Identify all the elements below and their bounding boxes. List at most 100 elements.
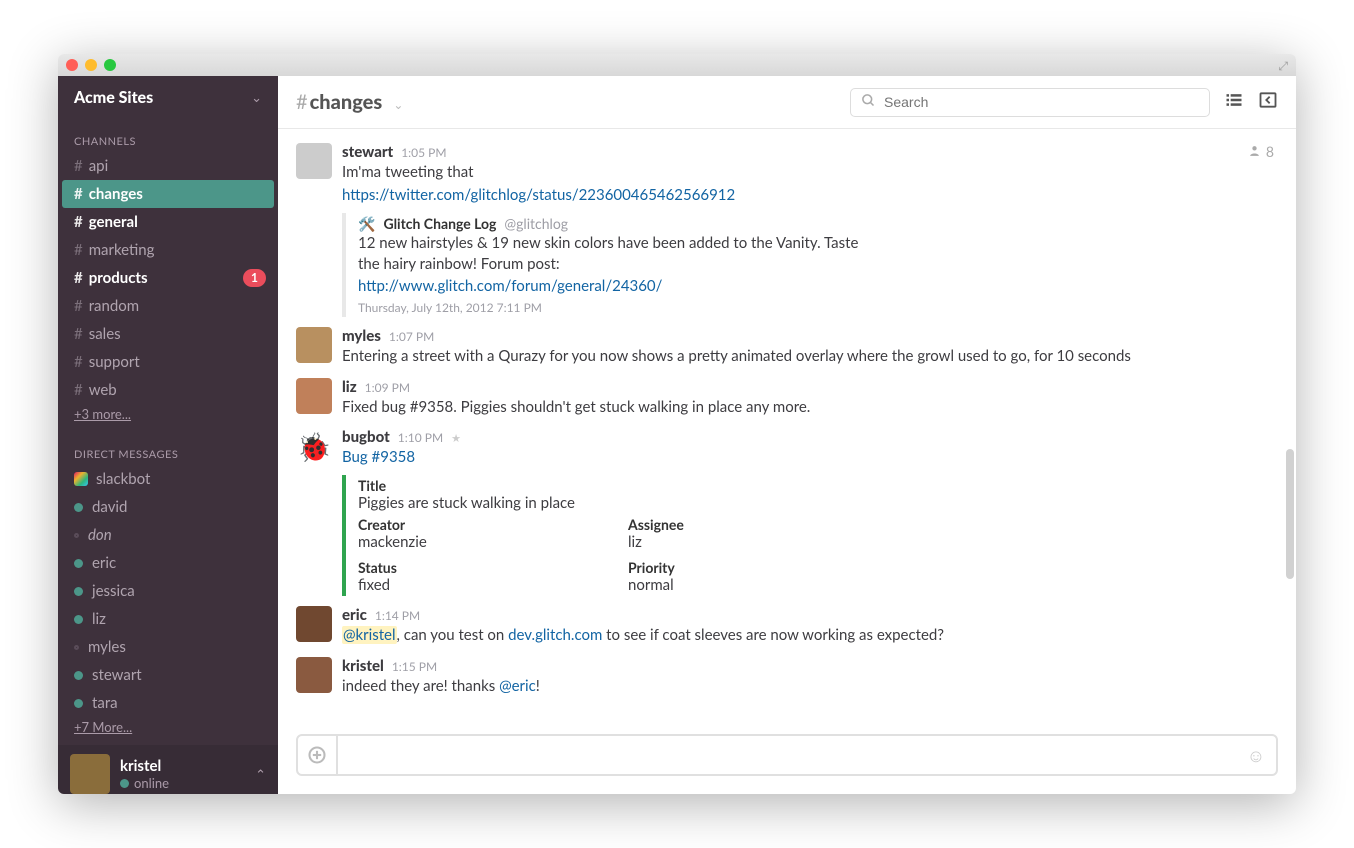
- message-author[interactable]: myles: [342, 327, 381, 345]
- message-link[interactable]: dev.glitch.com: [508, 626, 602, 644]
- avatar[interactable]: [296, 327, 332, 363]
- field-value: normal: [628, 576, 858, 594]
- search-icon: [861, 93, 876, 112]
- message-time: 1:14 PM: [375, 608, 420, 623]
- message-input[interactable]: [338, 747, 1236, 764]
- search-input[interactable]: [884, 94, 1199, 110]
- avatar[interactable]: [296, 657, 332, 693]
- slackbot-icon: [74, 472, 88, 486]
- dm-item-myles[interactable]: myles: [58, 633, 278, 661]
- dm-item-liz[interactable]: liz: [58, 605, 278, 633]
- message-author[interactable]: liz: [342, 378, 357, 396]
- dm-item-tara[interactable]: tara: [58, 689, 278, 717]
- channel-item-general[interactable]: #general: [58, 208, 278, 236]
- message-attachment: 🛠️ Glitch Change Log @glitchlog 12 new h…: [342, 213, 1278, 317]
- maximize-icon[interactable]: ⤢: [1278, 58, 1288, 74]
- attachment-text: the hairy rainbow! Forum post:: [358, 254, 1278, 276]
- presence-dot-icon: [120, 779, 129, 788]
- message: myles 1:07 PM Entering a street with a Q…: [296, 327, 1278, 368]
- message: stewart 1:05 PM Im'ma tweeting that http…: [296, 143, 1278, 317]
- avatar[interactable]: [296, 143, 332, 179]
- dm-item-jessica[interactable]: jessica: [58, 577, 278, 605]
- zoom-window-icon[interactable]: [104, 59, 116, 71]
- user-menu[interactable]: kristel online ⌃: [58, 745, 278, 794]
- channel-item-web[interactable]: #web: [58, 376, 278, 404]
- dm-item-stewart[interactable]: stewart: [58, 661, 278, 689]
- search-box[interactable]: [850, 88, 1210, 117]
- presence-dot-icon: [74, 559, 83, 568]
- message-link[interactable]: https://twitter.com/glitchlog/status/223…: [342, 186, 735, 204]
- dm-item-slackbot[interactable]: slackbot: [58, 465, 278, 493]
- presence-dot-icon: [74, 533, 79, 538]
- avatar: [70, 754, 110, 794]
- hash-icon: #: [74, 154, 83, 178]
- hash-icon: #: [74, 238, 83, 262]
- toggle-pane-icon[interactable]: [1258, 90, 1278, 114]
- field-title: Priority: [628, 559, 858, 576]
- channel-item-support[interactable]: #support: [58, 348, 278, 376]
- avatar[interactable]: [296, 378, 332, 414]
- presence-dot-icon: [74, 645, 79, 650]
- chevron-down-icon: ⌄: [393, 97, 403, 112]
- close-window-icon[interactable]: [66, 59, 78, 71]
- message-time: 1:05 PM: [401, 145, 446, 160]
- hash-icon: #: [296, 90, 308, 114]
- dm-item-eric[interactable]: eric: [58, 549, 278, 577]
- unread-badge: 1: [243, 269, 266, 287]
- hash-icon: #: [74, 322, 83, 346]
- bug-link[interactable]: Bug #9358: [342, 448, 415, 466]
- channel-item-random[interactable]: #random: [58, 292, 278, 320]
- message-author[interactable]: eric: [342, 606, 367, 624]
- channel-label: support: [89, 350, 140, 374]
- dm-label: tara: [92, 691, 118, 715]
- channel-item-changes[interactable]: #changes: [62, 180, 274, 208]
- channels-heading: CHANNELS: [58, 119, 278, 152]
- dms-more-link[interactable]: +7 More...: [58, 717, 278, 745]
- scrollbar[interactable]: [1286, 449, 1294, 579]
- dm-label: stewart: [92, 663, 142, 687]
- star-icon[interactable]: ★: [451, 432, 461, 445]
- message-author[interactable]: bugbot: [342, 428, 390, 446]
- emoji-button[interactable]: ☺: [1236, 744, 1276, 767]
- channel-name: changes: [310, 90, 383, 114]
- channel-item-products[interactable]: #products1: [58, 264, 278, 292]
- channel-label: products: [89, 266, 148, 290]
- message: kristel 1:15 PM indeed they are! thanks …: [296, 657, 1278, 698]
- field-title: Title: [358, 477, 1278, 494]
- list-view-icon[interactable]: [1224, 90, 1244, 114]
- member-count[interactable]: 8: [1248, 143, 1274, 160]
- dm-item-don[interactable]: don: [58, 521, 278, 549]
- channels-more-link[interactable]: +3 more...: [58, 404, 278, 432]
- message-list[interactable]: 8 stewart 1:05 PM Im'ma tweeting that ht…: [278, 129, 1296, 734]
- attachment-link[interactable]: http://www.glitch.com/forum/general/2436…: [358, 277, 662, 295]
- message-time: 1:07 PM: [389, 329, 434, 344]
- channel-title[interactable]: #changes ⌄: [296, 90, 403, 114]
- field-value: Piggies are stuck walking in place: [358, 494, 1278, 512]
- mention[interactable]: @eric: [499, 677, 536, 695]
- channel-item-sales[interactable]: #sales: [58, 320, 278, 348]
- avatar[interactable]: [296, 606, 332, 642]
- avatar[interactable]: 🐞: [296, 428, 332, 464]
- member-count-value: 8: [1266, 143, 1274, 160]
- channel-item-api[interactable]: #api: [58, 152, 278, 180]
- message-time: 1:15 PM: [392, 659, 437, 674]
- message-author[interactable]: kristel: [342, 657, 384, 675]
- team-menu[interactable]: Acme Sites ⌄: [58, 76, 278, 119]
- attach-button[interactable]: [298, 736, 338, 774]
- channel-label: web: [89, 378, 117, 402]
- channel-item-marketing[interactable]: #marketing: [58, 236, 278, 264]
- message-author[interactable]: stewart: [342, 143, 393, 161]
- field-title: Creator: [358, 516, 588, 533]
- hash-icon: #: [74, 210, 83, 234]
- presence-dot-icon: [74, 587, 83, 596]
- message-text: indeed they are! thanks @eric!: [342, 676, 1278, 698]
- window-controls: [66, 59, 116, 71]
- status-text: online: [134, 775, 169, 791]
- minimize-window-icon[interactable]: [85, 59, 97, 71]
- field-value: fixed: [358, 576, 588, 594]
- dm-list: slackbotdaviddonericjessicalizmylesstewa…: [58, 465, 278, 717]
- dm-label: don: [88, 523, 112, 547]
- mention[interactable]: @kristel: [342, 626, 397, 644]
- channel-label: general: [89, 210, 138, 234]
- dm-item-david[interactable]: david: [58, 493, 278, 521]
